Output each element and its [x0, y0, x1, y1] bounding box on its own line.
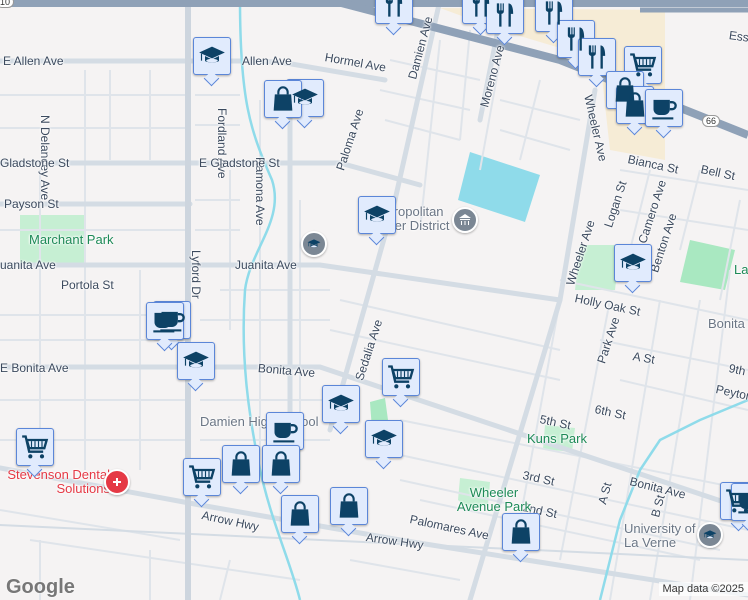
shopping-cart-icon [21, 433, 49, 461]
cafe-marker[interactable] [266, 412, 304, 450]
street-label: Ess [728, 28, 748, 45]
poi-label[interactable]: Stevenson Dental Solutions [0, 468, 110, 496]
shopping-bag-icon [286, 500, 314, 528]
coffee-cup-icon [151, 307, 179, 335]
street-label: E Allen Ave [3, 54, 64, 68]
street-label: Gladstone St [0, 156, 70, 170]
park-label[interactable]: Marchant Park [29, 233, 114, 247]
shopping-bag-icon [621, 91, 649, 119]
coffee-cup-icon [650, 94, 678, 122]
school-marker[interactable] [193, 37, 231, 75]
restaurant-marker[interactable] [486, 0, 524, 34]
street-label: Juanita Ave [235, 258, 297, 272]
street-label: Lyford Dr [189, 250, 203, 299]
fork-knife-icon [380, 0, 408, 19]
shopping-bag-icon [227, 450, 255, 478]
shopping-marker[interactable] [616, 86, 654, 124]
shopping-bag-icon [335, 492, 363, 520]
poi-label[interactable]: University of La Verne [624, 522, 704, 550]
street-label: Bonita [708, 316, 745, 331]
shopping-cart-icon [188, 463, 216, 491]
fork-knife-icon [583, 43, 611, 71]
map-attribution[interactable]: Map data ©2025 [658, 582, 748, 596]
graduation-cap-icon [182, 347, 210, 375]
park-label[interactable]: Wheeler Avenue Park [454, 486, 534, 514]
street-label: Payson St [4, 197, 59, 211]
graduation-cap-icon [703, 528, 717, 542]
graduation-cap-icon [370, 425, 398, 453]
coffee-cup-icon [736, 488, 748, 516]
civic-pin[interactable] [452, 207, 478, 233]
shopping-marker[interactable] [222, 445, 260, 483]
street-label: Allen Ave [242, 54, 292, 68]
cafe-marker[interactable] [645, 89, 683, 127]
medical-icon [113, 478, 121, 486]
restaurant-marker[interactable] [375, 0, 413, 24]
fork-knife-icon [491, 1, 519, 29]
school-marker[interactable] [365, 420, 403, 458]
google-logo: Google [6, 576, 75, 598]
school-pin[interactable] [301, 231, 327, 257]
grocery-marker[interactable] [16, 428, 54, 466]
shopping-marker[interactable] [502, 513, 540, 551]
route-66-shield: 66 [702, 115, 721, 127]
grocery-marker[interactable] [382, 358, 420, 396]
graduation-cap-icon [363, 201, 391, 229]
graduation-cap-icon [327, 390, 355, 418]
dental-pin[interactable] [104, 469, 130, 495]
shopping-marker[interactable] [281, 495, 319, 533]
shopping-marker[interactable] [330, 487, 368, 525]
graduation-cap-icon [307, 237, 321, 251]
shopping-bag-icon [267, 450, 295, 478]
street-label: Portola St [61, 278, 114, 292]
shopping-cart-icon [629, 51, 657, 79]
graduation-cap-icon [619, 249, 647, 277]
street-label: E Gladstone St [199, 156, 280, 170]
street-label: E Bonita Ave [0, 361, 69, 375]
shopping-cart-icon [387, 363, 415, 391]
graduation-cap-icon [198, 42, 226, 70]
grocery-marker[interactable] [183, 458, 221, 496]
shopping-bag-icon [507, 518, 535, 546]
street-label: Juanita Ave [0, 258, 56, 272]
fork-knife-icon [540, 0, 568, 27]
school-marker[interactable] [614, 244, 652, 282]
restaurant-marker[interactable] [578, 38, 616, 76]
civic-building-icon [459, 214, 471, 225]
park-label[interactable]: La [734, 263, 748, 277]
shopping-marker[interactable] [264, 80, 302, 118]
park-label[interactable]: Kuns Park [527, 432, 587, 446]
coffee-cup-icon [271, 417, 299, 445]
shopping-marker[interactable] [262, 445, 300, 483]
school-marker[interactable] [358, 196, 396, 234]
shopping-bag-icon [269, 85, 297, 113]
school-marker[interactable] [177, 342, 215, 380]
cafe-marker[interactable] [146, 302, 184, 340]
school-marker[interactable] [322, 385, 360, 423]
university-pin[interactable] [697, 522, 723, 548]
